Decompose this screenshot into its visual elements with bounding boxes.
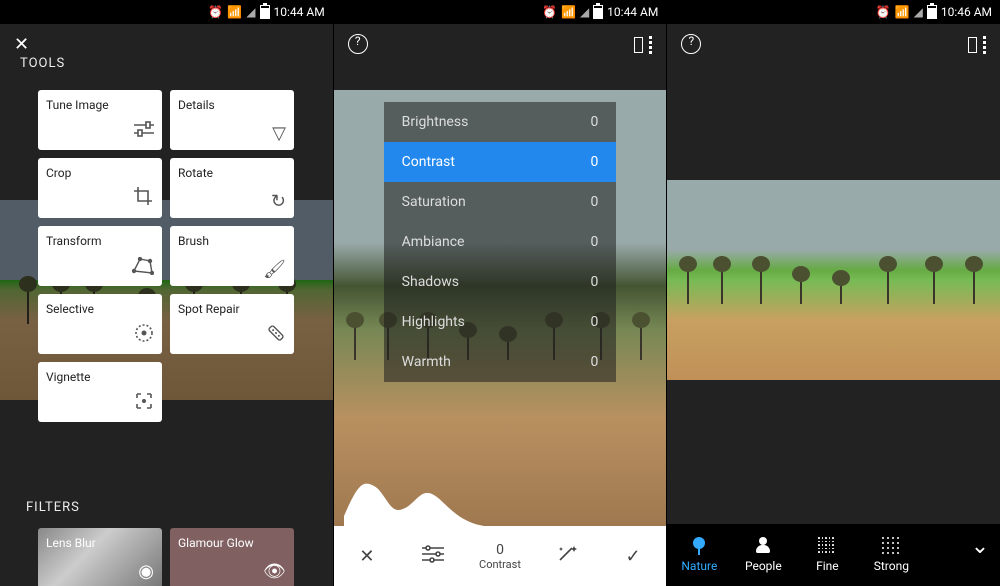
details-icon: ▽ <box>272 123 286 144</box>
alarm-icon: ⏰ <box>542 5 557 19</box>
glamour-glow-icon: 👁 <box>263 561 286 582</box>
close-icon: ✕ <box>359 546 374 567</box>
wifi-icon: 📶 <box>227 5 242 19</box>
tune-icon <box>134 121 154 144</box>
magic-wand-icon <box>556 544 578 569</box>
filter-lens-blur[interactable]: Lens Blur ◉ <box>38 528 162 586</box>
photo-preview[interactable] <box>667 180 1000 380</box>
rotate-icon: ↻ <box>271 191 286 212</box>
wifi-icon: 📶 <box>895 5 910 19</box>
tools-grid: Tune Image Details ▽ Crop Rotate ↻ Tra <box>38 90 298 422</box>
param-highlights[interactable]: Highlights0 <box>384 302 617 342</box>
tool-transform[interactable]: Transform <box>38 226 162 286</box>
tab-strong[interactable]: Strong <box>859 524 923 586</box>
collapse-button[interactable] <box>960 524 1000 586</box>
wifi-icon: 📶 <box>561 5 576 19</box>
battery-icon <box>260 5 270 19</box>
top-bar <box>0 24 333 64</box>
looks-tabs: Nature People Fine Strong <box>667 524 1000 586</box>
compare-icon[interactable] <box>968 35 986 53</box>
crop-icon <box>134 187 154 212</box>
nature-icon <box>690 537 708 555</box>
tool-spot-repair[interactable]: Spot Repair <box>170 294 294 354</box>
top-bar <box>667 24 1000 64</box>
tool-rotate[interactable]: Rotate ↻ <box>170 158 294 218</box>
status-bar: ⏰ 📶 ◢ 10:46 AM <box>667 0 1000 24</box>
param-saturation[interactable]: Saturation0 <box>384 182 617 222</box>
close-icon[interactable] <box>14 34 29 55</box>
transform-icon <box>132 257 154 280</box>
status-bar: ⏰ 📶 ◢ 10:44 AM <box>334 0 667 24</box>
signal-icon: ◢ <box>246 5 255 19</box>
tool-details[interactable]: Details ▽ <box>170 90 294 150</box>
auto-button[interactable] <box>533 544 600 569</box>
lens-blur-icon: ◉ <box>138 561 154 582</box>
param-ambiance[interactable]: Ambiance0 <box>384 222 617 262</box>
filter-glamour-glow[interactable]: Glamour Glow 👁 <box>170 528 294 586</box>
apply-button[interactable]: ✓ <box>600 546 667 567</box>
tab-nature[interactable]: Nature <box>667 524 731 586</box>
battery-icon <box>927 5 937 19</box>
clock: 10:46 AM <box>941 5 992 19</box>
tool-tune-image[interactable]: Tune Image <box>38 90 162 150</box>
cancel-button[interactable]: ✕ <box>334 546 401 567</box>
tool-crop[interactable]: Crop <box>38 158 162 218</box>
selective-icon <box>134 323 154 348</box>
screen-tools: ⏰ 📶 ◢ 10:44 AM TOOLS Tune Image <box>0 0 334 586</box>
param-brightness[interactable]: Brightness0 <box>384 102 617 142</box>
people-icon <box>754 537 772 555</box>
compare-icon[interactable] <box>634 35 652 53</box>
current-value: 0 Contrast <box>467 542 534 571</box>
clock: 10:44 AM <box>607 5 658 19</box>
top-bar <box>334 24 667 64</box>
screen-tune: ⏰ 📶 ◢ 10:44 AM Brightness0 Contrast0 Sat… <box>334 0 668 586</box>
brush-icon: 🖌 <box>263 259 286 280</box>
tool-brush[interactable]: Brush 🖌 <box>170 226 294 286</box>
tune-param-list[interactable]: Brightness0 Contrast0 Saturation0 Ambian… <box>384 102 617 382</box>
signal-icon: ◢ <box>914 5 923 19</box>
vignette-icon <box>134 391 154 416</box>
param-shadows[interactable]: Shadows0 <box>384 262 617 302</box>
clock: 10:44 AM <box>274 5 325 19</box>
alarm-icon: ⏰ <box>208 5 223 19</box>
screen-looks: ⏰ 📶 ◢ 10:46 AM Nature Peo <box>667 0 1000 586</box>
check-icon: ✓ <box>626 546 641 567</box>
param-contrast[interactable]: Contrast0 <box>384 142 617 182</box>
strong-icon <box>882 537 900 555</box>
sliders-icon <box>422 545 444 568</box>
help-icon[interactable] <box>348 34 368 54</box>
filters-row: Lens Blur ◉ Glamour Glow 👁 <box>38 528 298 586</box>
tool-selective[interactable]: Selective <box>38 294 162 354</box>
histogram <box>344 476 484 526</box>
battery-icon <box>593 5 603 19</box>
alarm-icon: ⏰ <box>876 5 891 19</box>
filters-header: FILTERS <box>26 500 80 515</box>
tab-people[interactable]: People <box>731 524 795 586</box>
status-bar: ⏰ 📶 ◢ 10:44 AM <box>0 0 333 24</box>
tab-fine[interactable]: Fine <box>795 524 859 586</box>
bottom-bar: ✕ 0 Contrast ✓ <box>334 526 667 586</box>
help-icon[interactable] <box>681 34 701 54</box>
spot-repair-icon <box>266 323 286 348</box>
fine-icon <box>818 537 836 555</box>
param-switch-button[interactable] <box>400 545 467 568</box>
tool-vignette[interactable]: Vignette <box>38 362 162 422</box>
signal-icon: ◢ <box>580 5 589 19</box>
param-warmth[interactable]: Warmth0 <box>384 342 617 382</box>
